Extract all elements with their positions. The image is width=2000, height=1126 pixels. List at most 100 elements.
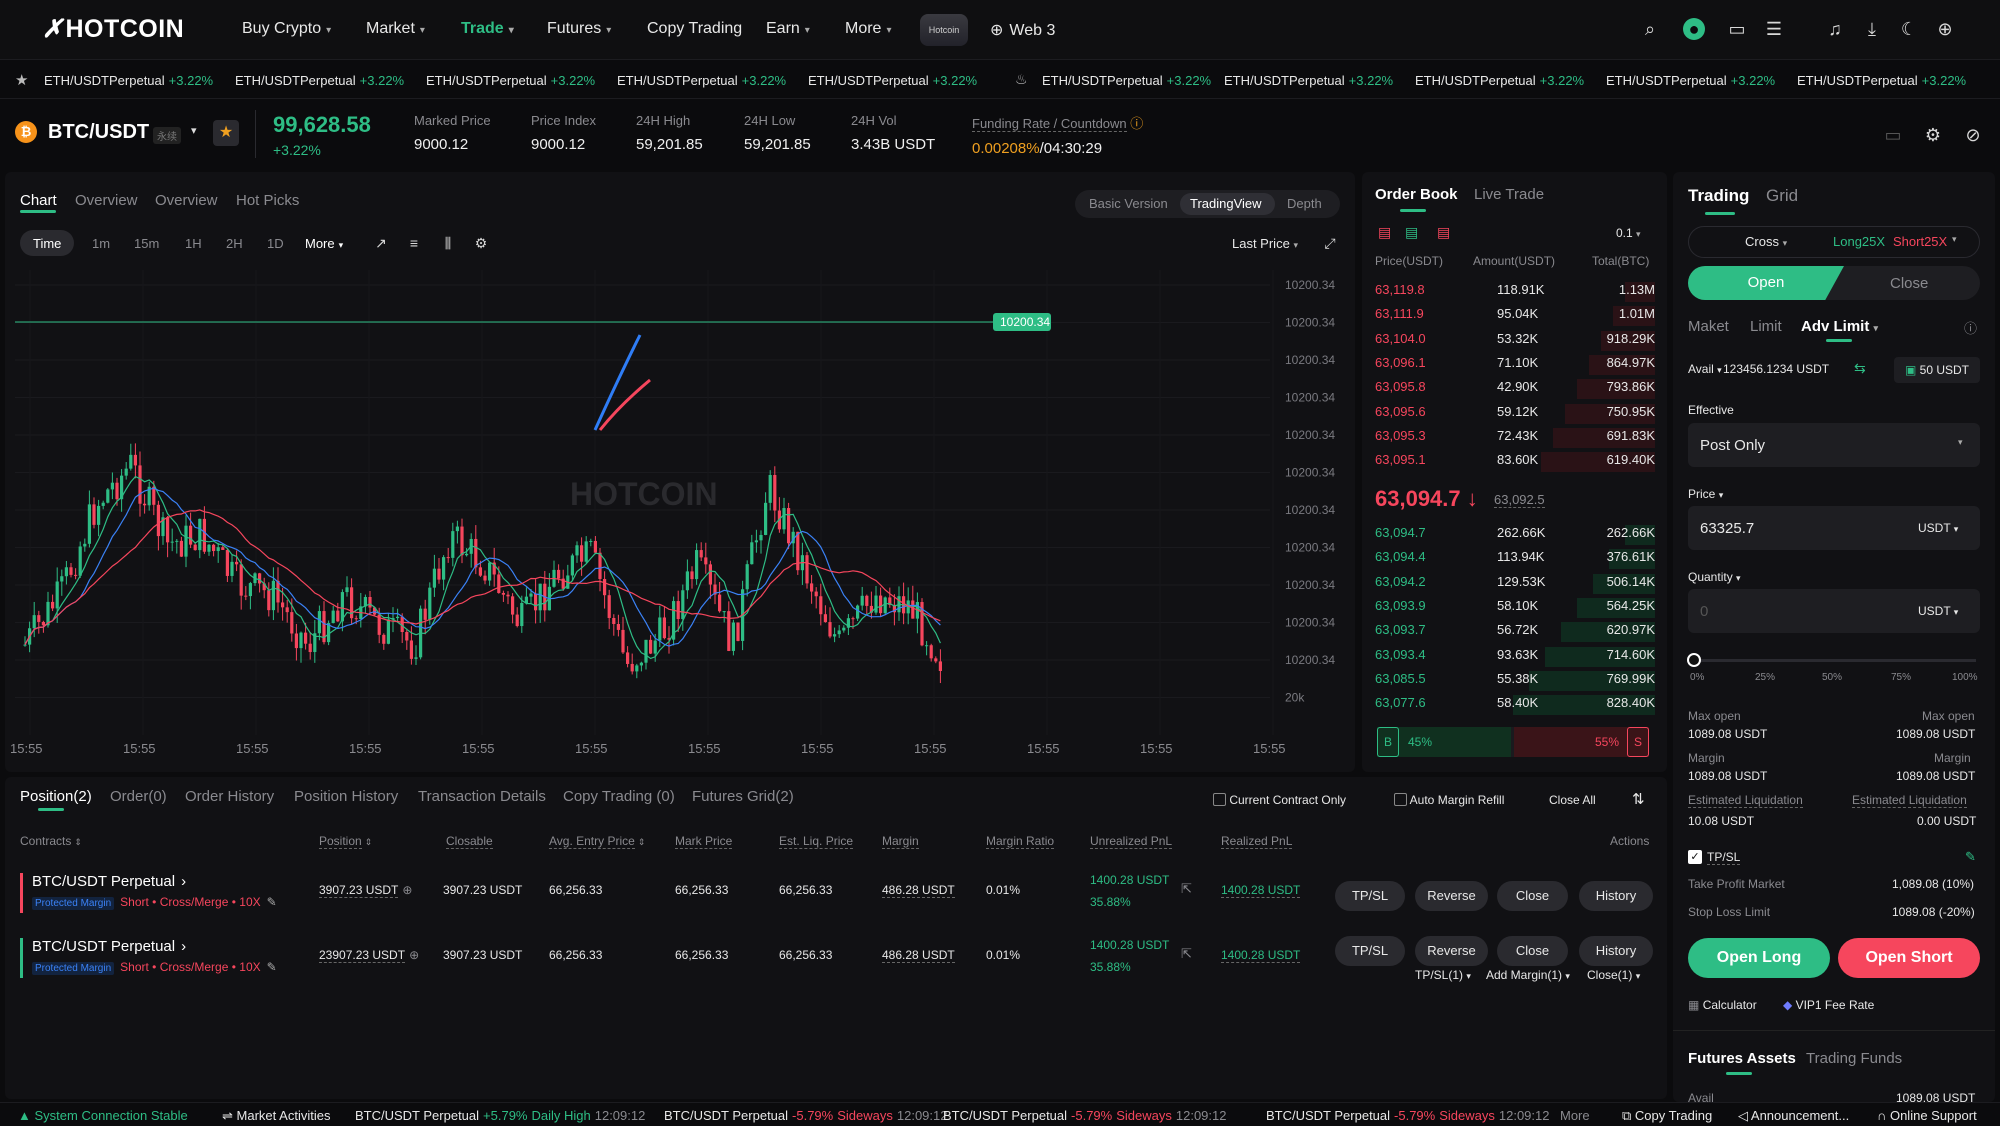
bid-row[interactable]: 63,077.6 58.40K 828.40K xyxy=(1375,695,1655,716)
ob-bids-view-icon[interactable]: ▤ xyxy=(1405,224,1418,241)
pair-name[interactable]: BTC/USDT xyxy=(48,121,149,144)
long-leverage[interactable]: Long25X xyxy=(1833,234,1885,249)
info-icon[interactable]: ⓘ xyxy=(1964,318,1977,337)
tab-trading[interactable]: Trading xyxy=(1688,186,1749,206)
margin-mode-select[interactable]: Cross ▾ xyxy=(1745,234,1787,249)
add-circle-icon[interactable]: ⊕ xyxy=(402,883,412,897)
tab-futures-assets[interactable]: Futures Assets xyxy=(1688,1050,1796,1067)
position-size[interactable]: 3907.23 USDT ⊕ xyxy=(319,883,412,898)
user-avatar-icon[interactable]: ● xyxy=(1683,18,1705,40)
position-tab-1[interactable]: Order(0) xyxy=(110,788,167,805)
chart-tab-0[interactable]: Chart xyxy=(20,192,57,209)
ask-row[interactable]: 63,095.1 83.60K 619.40K xyxy=(1375,452,1655,473)
precision-select[interactable]: 0.1 ▾ xyxy=(1616,226,1641,240)
tab-live-trade[interactable]: Live Trade xyxy=(1474,186,1544,203)
interval-1[interactable]: 1m xyxy=(92,236,110,251)
hotcoin-logo[interactable]: ✗HOTCOIN xyxy=(42,14,184,44)
interval-4[interactable]: 2H xyxy=(226,236,243,251)
ask-row[interactable]: 63,119.8 118.91K 1.13M xyxy=(1375,282,1655,302)
interval-5[interactable]: 1D xyxy=(267,236,284,251)
candlestick-chart[interactable]: 10200.34 10200.34 10200.34 10200.34 10200.34… xyxy=(10,265,1350,765)
position-tab-0[interactable]: Position(2) xyxy=(20,788,92,805)
pos-header-3[interactable]: Avg. Entry Price ⇕ xyxy=(549,834,645,849)
ticker-item[interactable]: ETH/USDTPerpetual +3.22% xyxy=(808,73,977,88)
edit-icon[interactable]: ✎ xyxy=(267,895,277,909)
bid-row[interactable]: 63,093.7 56.72K 620.97K xyxy=(1375,622,1655,643)
ob-asks-view-icon[interactable]: ▤ xyxy=(1437,224,1450,241)
ask-row[interactable]: 63,095.6 59.12K 750.95K xyxy=(1375,403,1655,424)
interval-6[interactable]: More ▾ xyxy=(305,236,343,251)
action-reverse-button[interactable]: Reverse xyxy=(1415,881,1488,911)
nav-item-6[interactable]: More ▾ xyxy=(845,20,891,38)
open-short-button[interactable]: Open Short xyxy=(1838,938,1980,978)
nav-item-0[interactable]: Buy Crypto ▾ xyxy=(242,20,331,38)
calculator-link[interactable]: ▦ Calculator xyxy=(1688,998,1757,1012)
ticker-item[interactable]: ETH/USDTPerpetual +3.22% xyxy=(1797,73,1966,88)
action-history-button[interactable]: History xyxy=(1579,881,1653,911)
settings-icon[interactable]: ⚙ xyxy=(1922,124,1944,146)
compass-icon[interactable]: ⊘ xyxy=(1962,124,1984,146)
ticker-item[interactable]: ETH/USDTPerpetual +3.22% xyxy=(44,73,213,88)
position-size[interactable]: 23907.23 USDT ⊕ xyxy=(319,948,419,963)
ticker-item[interactable]: ETH/USDTPerpetual +3.22% xyxy=(617,73,786,88)
bid-row[interactable]: 63,094.4 113.94K 376.61K xyxy=(1375,549,1655,570)
edit-icon[interactable]: ✎ xyxy=(1965,849,1976,865)
copy-trading-link[interactable]: ⧉ Copy Trading xyxy=(1622,1108,1712,1124)
quantity-slider-handle[interactable] xyxy=(1687,653,1701,667)
short-leverage[interactable]: Short25X xyxy=(1893,234,1947,249)
position-contract-name[interactable]: BTC/USDT Perpetual › xyxy=(32,873,186,890)
ask-row[interactable]: 63,095.8 42.90K 793.86K xyxy=(1375,379,1655,400)
action-close-button[interactable]: Close xyxy=(1497,881,1568,911)
language-globe-icon[interactable]: ⊕ xyxy=(1934,18,1956,40)
star-icon[interactable]: ★ xyxy=(15,71,28,89)
position-tab-2[interactable]: Order History xyxy=(185,788,274,805)
close-tab-button[interactable]: Close xyxy=(1890,275,1928,292)
action-history-button[interactable]: History xyxy=(1579,936,1653,966)
action-tpsl-button[interactable]: TP/SL xyxy=(1335,881,1405,911)
ask-row[interactable]: 63,096.1 71.10K 864.97K xyxy=(1375,354,1655,375)
search-icon[interactable]: ⌕ xyxy=(1639,18,1661,40)
interval-0[interactable]: Time xyxy=(33,236,61,251)
nav-item-3[interactable]: Futures ▾ xyxy=(547,20,611,38)
open-tab-button[interactable]: Open xyxy=(1688,266,1844,300)
status-more-link[interactable]: More xyxy=(1560,1108,1590,1123)
ticker-item[interactable]: ETH/USDTPerpetual +3.22% xyxy=(1415,73,1584,88)
indicator-icon[interactable]: ↗ xyxy=(370,232,392,254)
sub-action-tpsl[interactable]: TP/SL(1) ▾ xyxy=(1415,968,1471,982)
sort-icon[interactable]: ⇕ xyxy=(365,837,373,847)
download-icon[interactable]: ⤓ xyxy=(1861,18,1883,40)
sort-icon[interactable]: ⇕ xyxy=(74,837,82,847)
tab-trading-funds[interactable]: Trading Funds xyxy=(1806,1050,1902,1067)
bid-row[interactable]: 63,094.7 262.66K 262.66K xyxy=(1375,525,1655,545)
action-close-button[interactable]: Close xyxy=(1497,936,1568,966)
moon-icon[interactable]: ☾ xyxy=(1898,18,1920,40)
position-tab-6[interactable]: Futures Grid(2) xyxy=(692,788,794,805)
fee-rate-link[interactable]: ◆ VIP1 Fee Rate xyxy=(1783,998,1874,1012)
position-tab-4[interactable]: Transaction Details xyxy=(418,788,546,805)
order-type-adv-limit[interactable]: Adv Limit ▾ xyxy=(1801,318,1878,335)
status-ticker-item[interactable]: BTC/USDT Perpetual -5.79% Sideways 12:09:12 xyxy=(664,1108,947,1123)
bid-row[interactable]: 63,093.4 93.63K 714.60K xyxy=(1375,646,1655,667)
open-long-button[interactable]: Open Long xyxy=(1688,938,1830,978)
market-activities[interactable]: ⇌ Market Activities xyxy=(222,1108,330,1124)
share-icon[interactable]: ⇱ xyxy=(1181,946,1192,962)
chevron-down-icon[interactable]: ▾ xyxy=(1952,234,1957,245)
ticker-item[interactable]: ETH/USDTPerpetual +3.22% xyxy=(426,73,595,88)
position-tab-3[interactable]: Position History xyxy=(294,788,398,805)
info-icon[interactable]: ⓘ xyxy=(1130,116,1143,131)
draw-lines-icon[interactable]: ≡ xyxy=(403,232,425,254)
view-tab-2[interactable]: Depth xyxy=(1287,196,1322,211)
interval-3[interactable]: 1H xyxy=(185,236,202,251)
ticker-item[interactable]: ETH/USDTPerpetual +3.22% xyxy=(1606,73,1775,88)
chart-tab-1[interactable]: Overview xyxy=(75,192,138,209)
candle-type-icon[interactable]: ⫼ xyxy=(437,232,459,254)
bid-row[interactable]: 63,093.9 58.10K 564.25K xyxy=(1375,597,1655,618)
web3-link[interactable]: ⊕ Web 3 xyxy=(990,20,1055,40)
tpsl-checkbox[interactable]: ✓ xyxy=(1688,850,1702,864)
quantity-slider-track[interactable] xyxy=(1694,659,1976,662)
ask-row[interactable]: 63,104.0 53.32K 918.29K xyxy=(1375,330,1655,351)
close-all-button[interactable]: Close All xyxy=(1549,793,1596,807)
action-reverse-button[interactable]: Reverse xyxy=(1415,936,1488,966)
share-icon[interactable]: ⇱ xyxy=(1181,881,1192,897)
favorite-star-icon[interactable]: ★ xyxy=(213,120,239,146)
